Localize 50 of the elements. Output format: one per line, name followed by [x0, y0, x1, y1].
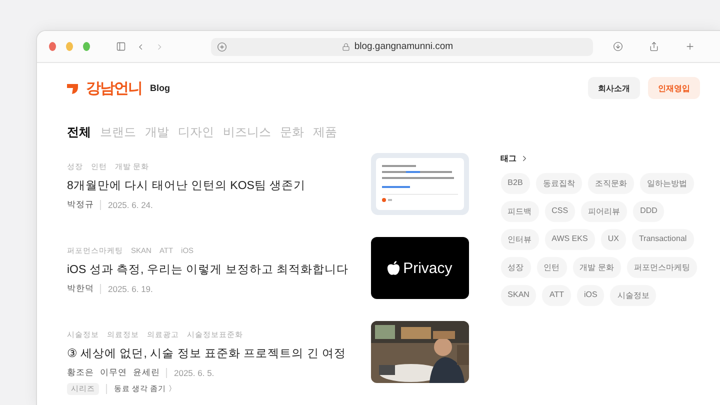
address-bar[interactable]: blog.gangnamunni.com — [210, 38, 592, 56]
download-icon[interactable] — [612, 40, 623, 53]
tag-chip[interactable]: ATT — [542, 285, 571, 306]
tag-chip[interactable]: 인턴 — [536, 257, 567, 278]
post-title[interactable]: 8개월만에 다시 태어난 인턴의 KOS팀 생존기 — [67, 178, 306, 193]
post-title[interactable]: ③ 세상에 없던, 시술 정보 표준화 프로젝트의 긴 여정 — [67, 346, 346, 361]
tag-chip[interactable]: 동료집착 — [536, 173, 582, 194]
tag-chip[interactable]: UX — [600, 229, 626, 250]
sidebar-icon[interactable] — [116, 40, 126, 53]
blog-label: Blog — [150, 83, 170, 93]
tag-chip[interactable]: CSS — [544, 201, 576, 222]
fruit-icon — [387, 260, 400, 276]
post-date: 2025. 6. 24. — [100, 200, 153, 210]
careers-button[interactable]: 인재영입 — [648, 77, 700, 99]
logo-text[interactable]: 강남언니 — [86, 78, 142, 98]
tag-chip[interactable]: iOS — [576, 285, 604, 306]
tag-chip[interactable]: 조직문화 — [588, 173, 634, 194]
tag-chip[interactable]: AWS EKS — [544, 229, 595, 250]
post-date: 2025. 6. 5. — [166, 368, 214, 378]
tag-chip[interactable]: 퍼포먼스마케팅 — [626, 257, 697, 278]
category-tab[interactable]: 전체 — [67, 124, 91, 140]
tag-chip[interactable]: 인터뷰 — [500, 229, 539, 250]
plus-circle-icon[interactable] — [216, 42, 226, 52]
author-name: 황조은 — [67, 367, 94, 379]
url-text: blog.gangnamunni.com — [354, 41, 454, 52]
logo-icon[interactable] — [67, 82, 78, 94]
author-name: 박정규 — [67, 199, 94, 211]
tag-chip[interactable]: 개발 문화 — [572, 257, 621, 278]
tag-chip[interactable]: B2B — [500, 173, 530, 194]
share-icon[interactable] — [648, 40, 659, 53]
post-date: 2025. 6. 19. — [100, 284, 153, 294]
author-name: 박한덕 — [67, 283, 94, 295]
close-icon[interactable] — [49, 42, 56, 51]
lock-icon — [342, 42, 350, 50]
tag-chip[interactable]: 시술정보 — [610, 285, 656, 306]
tag-chip[interactable]: 성장 — [500, 257, 531, 278]
tag-chip[interactable]: 피드백 — [500, 201, 539, 222]
privacy-thumbnail[interactable]: Privacy — [370, 237, 469, 299]
author-name: 이무연 — [100, 367, 127, 379]
tag-chip[interactable]: DDD — [633, 201, 664, 222]
zoom-icon[interactable] — [82, 42, 90, 51]
author-name: 윤세린 — [133, 367, 160, 379]
tag-chip[interactable]: 일하는방법 — [640, 173, 694, 194]
company-button[interactable]: 회사소개 — [588, 77, 640, 99]
tag-chip[interactable]: Transactional — [632, 229, 694, 250]
tag-chip[interactable]: SKAN — [500, 285, 536, 306]
thumbnail-text: Privacy — [403, 260, 452, 276]
tags-heading[interactable]: 태그 — [500, 153, 517, 164]
post-title[interactable]: iOS 성과 측정, 우리는 이렇게 보정하고 최적화합니다 — [67, 262, 349, 277]
tag-chip[interactable]: 피어리뷰 — [581, 201, 628, 222]
